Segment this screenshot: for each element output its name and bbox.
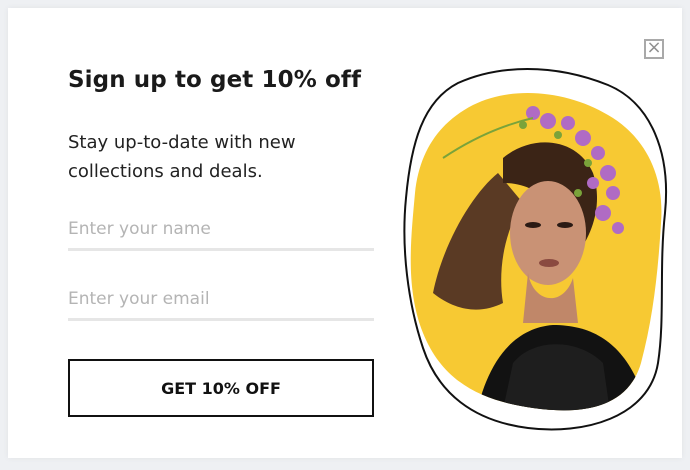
popup-title: Sign up to get 10% off	[68, 67, 362, 93]
email-input[interactable]	[68, 280, 374, 321]
signup-popup: × Sign up to get 10% off Stay up-to-date…	[8, 8, 682, 458]
popup-subtitle: Stay up-to-date with new collections and…	[68, 132, 296, 182]
get-discount-button[interactable]: GET 10% OFF	[68, 359, 374, 417]
name-input[interactable]	[68, 210, 374, 251]
close-icon[interactable]: ×	[644, 39, 664, 59]
model-portrait-image	[403, 68, 667, 431]
